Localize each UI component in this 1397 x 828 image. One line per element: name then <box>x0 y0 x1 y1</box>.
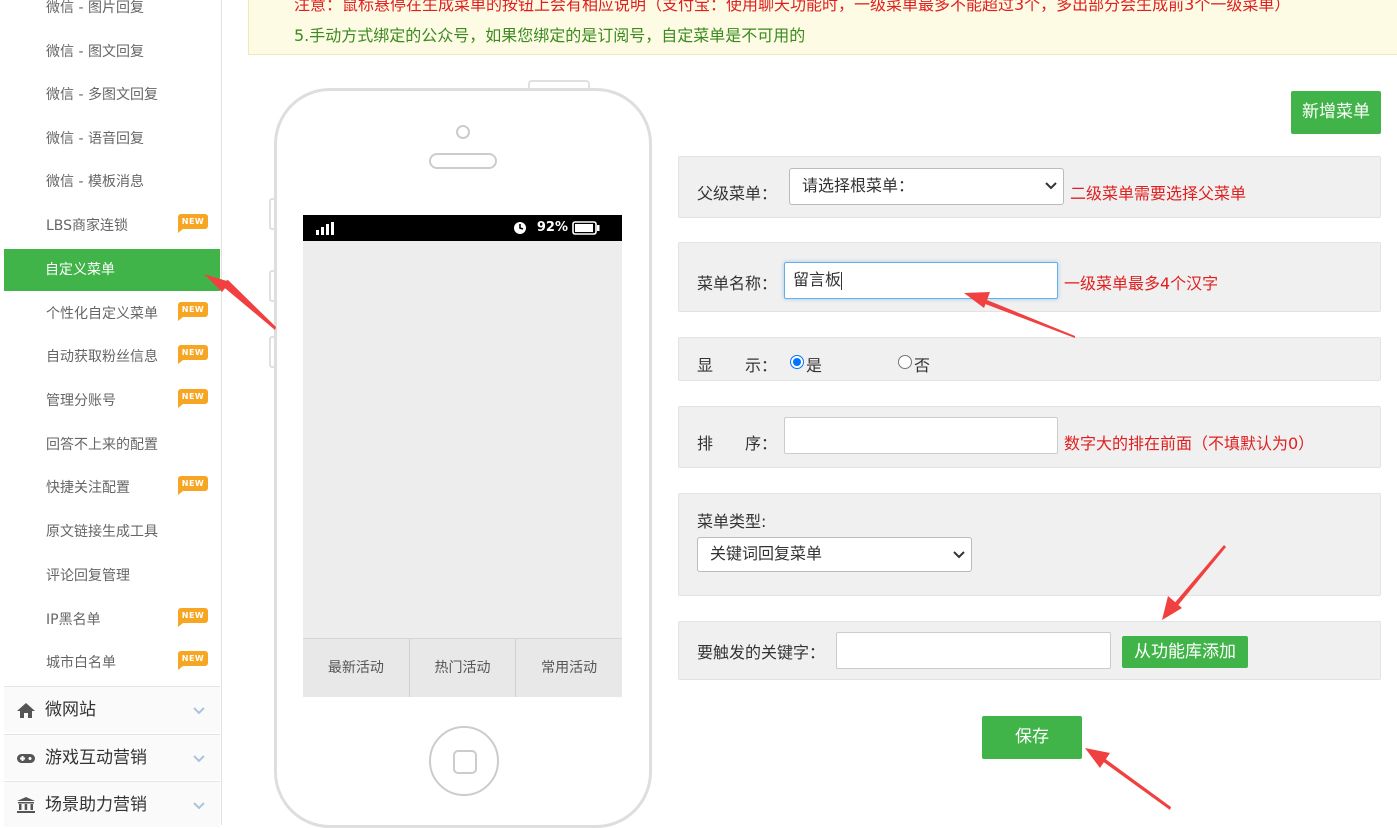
arrow-to-save-button <box>1085 748 1171 810</box>
annotation-arrows <box>204 274 1226 810</box>
arrow-to-library-button <box>1162 545 1226 620</box>
arrow-to-custom-menu <box>204 274 276 330</box>
arrow-to-menu-name <box>964 292 1075 338</box>
